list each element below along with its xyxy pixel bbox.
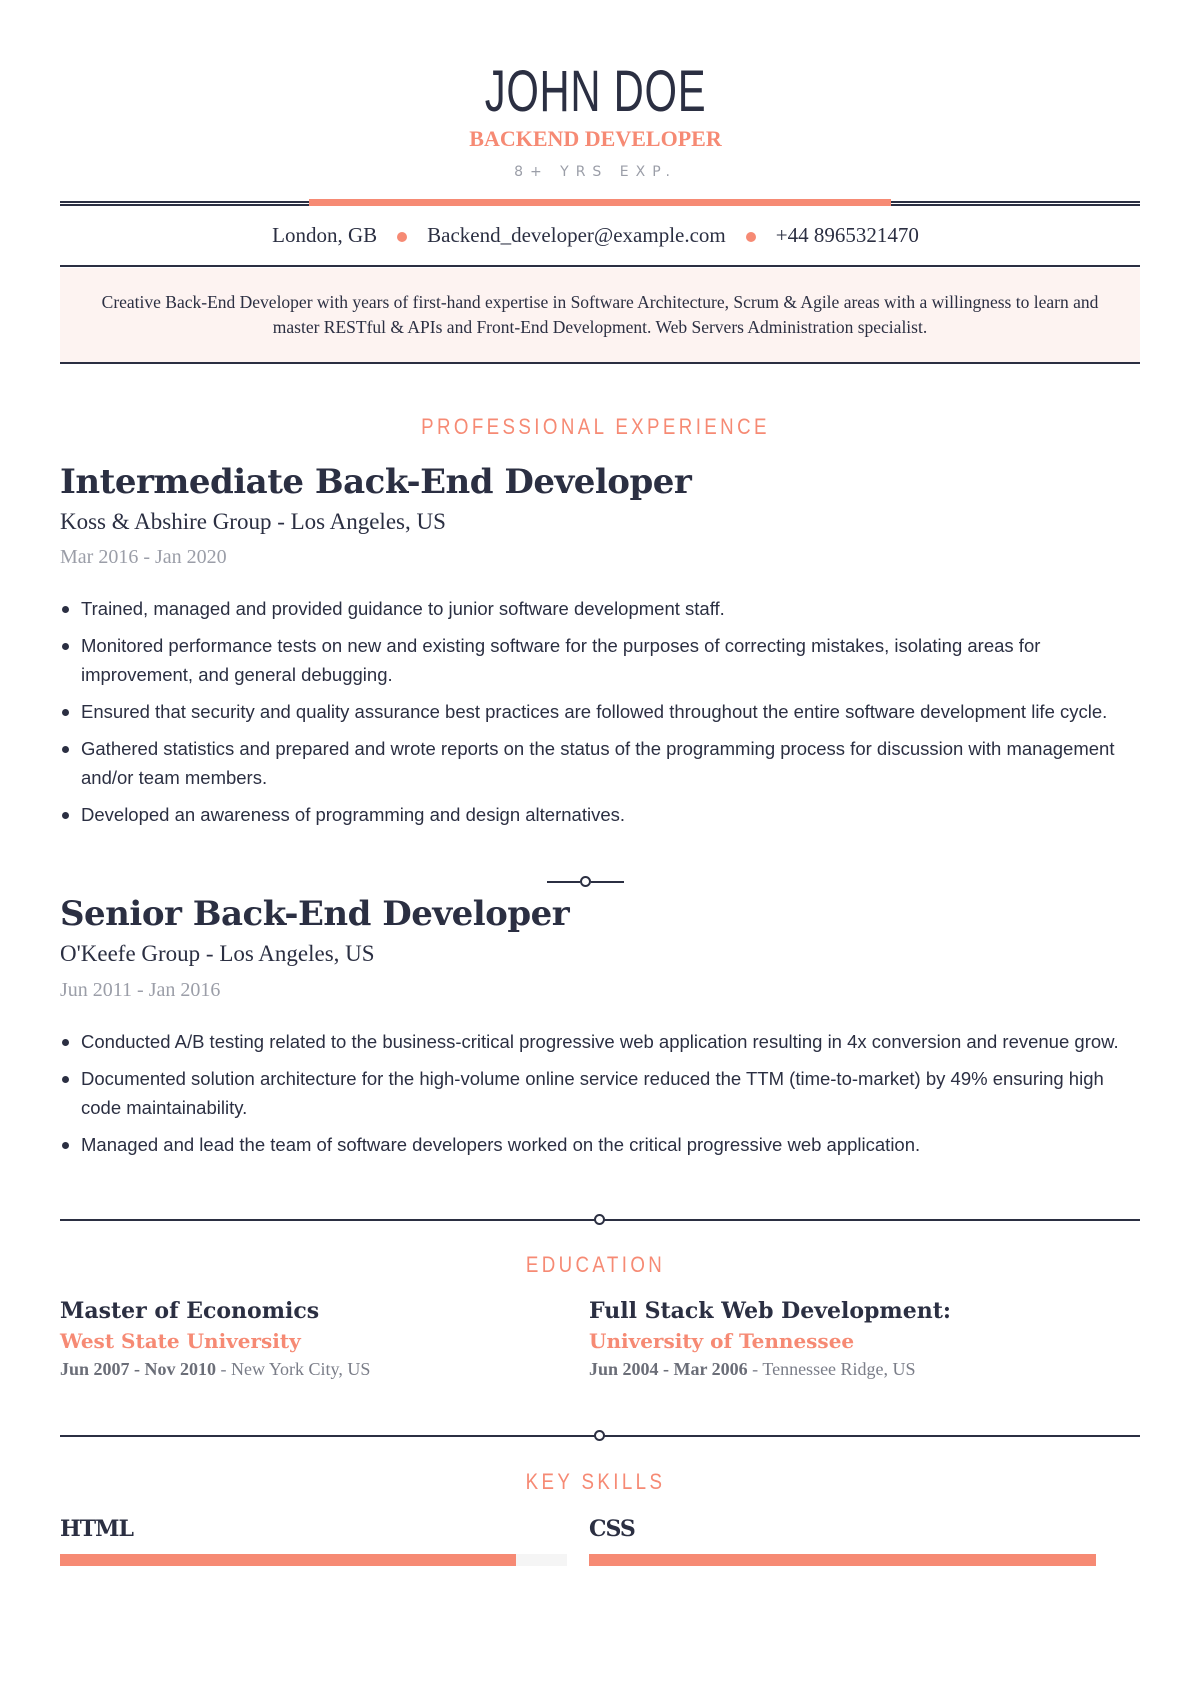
divider <box>60 362 1140 364</box>
job-dates-1: Mar 2016 - Jan 2020 <box>60 546 227 568</box>
education-item-1: Master of Economics West State Universit… <box>60 1298 580 1380</box>
education-degree: Master of Economics <box>60 1298 320 1324</box>
skill-bar-track <box>60 1554 567 1566</box>
separator-line <box>547 881 580 883</box>
section-heading-experience: PROFESSIONAL EXPERIENCE <box>421 414 770 439</box>
education-school: West State University <box>60 1329 301 1353</box>
separator-line <box>591 881 624 883</box>
education-location: - New York City, US <box>216 1359 371 1379</box>
education-item-2: Full Stack Web Development: University o… <box>589 1298 1140 1380</box>
job-dates-2: Jun 2011 - Jan 2016 <box>60 979 221 1001</box>
job-separator <box>547 876 625 888</box>
skill-name: CSS <box>589 1516 636 1542</box>
summary: Creative Back-End Developer with years o… <box>60 268 1140 362</box>
candidate-name: JOHN DOE <box>484 59 707 124</box>
contact-email[interactable]: Backend_developer@example.com <box>427 223 726 247</box>
list-item: Ensured that security and quality assura… <box>60 697 1140 726</box>
contact-line: London, GB Backend_developer@example.com +… <box>0 223 1191 248</box>
contact-phone[interactable]: +44 8965321470 <box>776 223 919 247</box>
skill-item: CSS <box>589 1516 1096 1566</box>
job-company-1: Koss & Abshire Group - Los Angeles, US <box>60 509 446 534</box>
skill-bar-fill <box>60 1554 517 1566</box>
section-divider <box>60 1430 1140 1442</box>
circle-icon <box>594 1214 605 1225</box>
job-company-2: O'Keefe Group - Los Angeles, US <box>60 941 375 966</box>
list-item: Developed an awareness of programming an… <box>60 800 1140 829</box>
contact-location: London, GB <box>272 223 378 247</box>
education-dates: Jun 2004 - Mar 2006 <box>589 1359 748 1379</box>
job-title-1: Intermediate Back-End Developer <box>60 462 692 502</box>
education-dates: Jun 2007 - Nov 2010 <box>60 1359 217 1379</box>
skill-name: HTML <box>60 1516 134 1542</box>
section-heading-education: EDUCATION <box>525 1252 666 1277</box>
skill-bar-track <box>589 1554 1096 1566</box>
experience-years: 8+ YRS EXP. <box>514 164 677 180</box>
circle-icon <box>594 1430 605 1441</box>
job-bullets-2: Conducted A/B testing related to the bus… <box>60 1027 1140 1167</box>
job-bullets-1: Trained, managed and provided guidance t… <box>60 594 1140 837</box>
education-meta: Jun 2007 - Nov 2010 - New York City, US <box>60 1359 580 1380</box>
list-item: Managed and lead the team of software de… <box>60 1130 1140 1159</box>
list-item: Conducted A/B testing related to the bus… <box>60 1027 1140 1056</box>
bullet-dot-icon <box>745 232 756 243</box>
education-school: University of Tennessee <box>589 1329 855 1353</box>
skill-item: HTML <box>60 1516 567 1566</box>
job-title-2: Senior Back-End Developer <box>60 894 570 934</box>
list-item: Gathered statistics and prepared and wro… <box>60 734 1140 792</box>
section-heading-skills: KEY SKILLS <box>525 1469 666 1494</box>
skill-bar-fill <box>589 1554 1096 1566</box>
list-item: Trained, managed and provided guidance t… <box>60 594 1140 623</box>
bullet-dot-icon <box>397 232 408 243</box>
education-degree: Full Stack Web Development: <box>589 1298 951 1324</box>
circle-icon <box>580 876 591 887</box>
education-location: - Tennessee Ridge, US <box>747 1359 916 1379</box>
header-accent-bar <box>309 199 891 206</box>
list-item: Documented solution architecture for the… <box>60 1064 1140 1122</box>
section-divider <box>60 1214 1140 1226</box>
job-title: BACKEND DEVELOPER <box>469 126 722 151</box>
divider <box>60 265 1140 267</box>
education-meta: Jun 2004 - Mar 2006 - Tennessee Ridge, U… <box>589 1359 1140 1380</box>
list-item: Monitored performance tests on new and e… <box>60 631 1140 689</box>
